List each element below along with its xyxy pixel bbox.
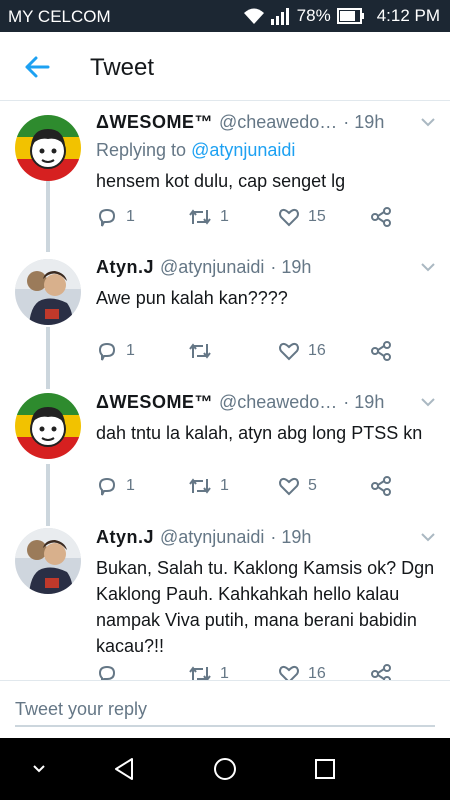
retweet-count: 1: [220, 208, 229, 225]
chevron-down-icon[interactable]: [420, 114, 436, 130]
like-icon: [279, 208, 299, 227]
battery-percent: 78%: [296, 6, 331, 25]
share-button[interactable]: [370, 340, 392, 362]
status-bar: MY CELCOM 78% 4:12 PM: [0, 0, 450, 32]
chevron-down-icon[interactable]: [420, 394, 436, 410]
reply-icon: [98, 477, 116, 496]
reply-count: 1: [126, 342, 135, 359]
tweet-header: Atyn.J @atynjunaidi · 19h: [96, 525, 436, 549]
tweet-actions: 1 1 15: [96, 206, 396, 230]
reply-icon: [98, 208, 116, 227]
share-button[interactable]: [370, 475, 392, 497]
like-count: 15: [308, 208, 326, 225]
like-icon: [279, 477, 299, 496]
retweet-button[interactable]: 1: [188, 206, 229, 228]
display-name[interactable]: ΔWESOME™: [96, 390, 213, 414]
avatar[interactable]: [15, 528, 81, 594]
replying-label: Replying to: [96, 140, 192, 160]
nav-back-icon[interactable]: [110, 754, 140, 784]
share-button[interactable]: [370, 206, 392, 228]
user-handle[interactable]: @cheawedo…: [219, 110, 337, 134]
display-name[interactable]: Atyn.J: [96, 525, 154, 549]
system-nav-bar: [0, 738, 450, 800]
share-icon: [371, 341, 391, 361]
clock: 4:12 PM: [376, 6, 440, 25]
tweet-text: Bukan, Salah tu. Kaklong Kamsis ok? Dgn …: [96, 558, 435, 656]
reply-input[interactable]: [15, 693, 435, 727]
battery-icon: [336, 8, 364, 24]
avatar[interactable]: [15, 393, 81, 459]
app-bar: Tweet: [0, 32, 450, 101]
page-title: Tweet: [90, 54, 155, 81]
thread-connector: [46, 327, 50, 389]
like-icon: [279, 342, 299, 361]
like-count: 16: [308, 342, 326, 359]
reply-button[interactable]: 1: [96, 475, 135, 497]
like-button[interactable]: 15: [278, 206, 326, 228]
like-count: 5: [308, 477, 317, 494]
user-handle[interactable]: @cheawedo…: [219, 390, 337, 414]
retweet-button[interactable]: 1: [188, 475, 229, 497]
timestamp: · 19h: [270, 257, 312, 277]
nav-down-icon[interactable]: [24, 754, 54, 784]
reply-count: 1: [126, 208, 135, 225]
retweet-icon: [189, 209, 211, 225]
tweet-text: hensem kot dulu, cap senget lg: [96, 171, 346, 191]
mention-link[interactable]: @atynjunaidi: [191, 140, 295, 160]
share-icon: [371, 207, 391, 227]
avatar[interactable]: [15, 259, 81, 325]
nav-home-icon[interactable]: [210, 754, 240, 784]
reply-button[interactable]: 1: [96, 340, 135, 362]
chevron-down-icon[interactable]: [420, 529, 436, 545]
retweet-count: 1: [220, 477, 229, 494]
display-name[interactable]: ΔWESOME™: [96, 110, 213, 134]
status-indicators: 78% 4:12 PM: [243, 6, 440, 26]
carrier-name: MY CELCOM: [8, 7, 111, 26]
back-arrow-icon[interactable]: [22, 52, 52, 82]
tweet-actions: 1 1 5: [96, 475, 396, 499]
nav-recents-icon[interactable]: [310, 754, 340, 784]
share-icon: [371, 476, 391, 496]
retweet-button[interactable]: [188, 340, 220, 362]
timestamp: · 19h: [343, 392, 385, 412]
tweet-text: dah tntu la kalah, atyn abg long PTSS kn: [96, 423, 423, 443]
timestamp: · 19h: [270, 527, 312, 547]
thread-connector: [46, 180, 50, 252]
like-button[interactable]: 16: [278, 340, 326, 362]
chevron-down-icon[interactable]: [420, 259, 436, 275]
wifi-icon: [243, 8, 264, 24]
reply-bar: [0, 680, 450, 739]
signal-icon: [270, 8, 289, 25]
tweet-header: ΔWESOME™ @cheawedo… · 19h: [96, 390, 436, 414]
tweet-actions: 1 16: [96, 340, 396, 364]
tweet-text: Awe pun kalah kan????: [96, 288, 288, 308]
user-handle[interactable]: @atynjunaidi: [160, 525, 264, 549]
retweet-icon: [189, 478, 211, 494]
reply-icon: [98, 342, 116, 361]
tweet-header: Atyn.J @atynjunaidi · 19h: [96, 255, 436, 279]
reply-button[interactable]: 1: [96, 206, 135, 228]
user-handle[interactable]: @atynjunaidi: [160, 255, 264, 279]
avatar[interactable]: [15, 115, 81, 181]
reply-count: 1: [126, 477, 135, 494]
thread-connector: [46, 464, 50, 526]
tweet-header: ΔWESOME™ @cheawedo… · 19h: [96, 110, 436, 134]
timestamp: · 19h: [343, 112, 385, 132]
display-name[interactable]: Atyn.J: [96, 255, 154, 279]
like-button[interactable]: 5: [278, 475, 317, 497]
replying-to: Replying to @atynjunaidi: [96, 138, 436, 162]
retweet-icon: [189, 343, 211, 359]
